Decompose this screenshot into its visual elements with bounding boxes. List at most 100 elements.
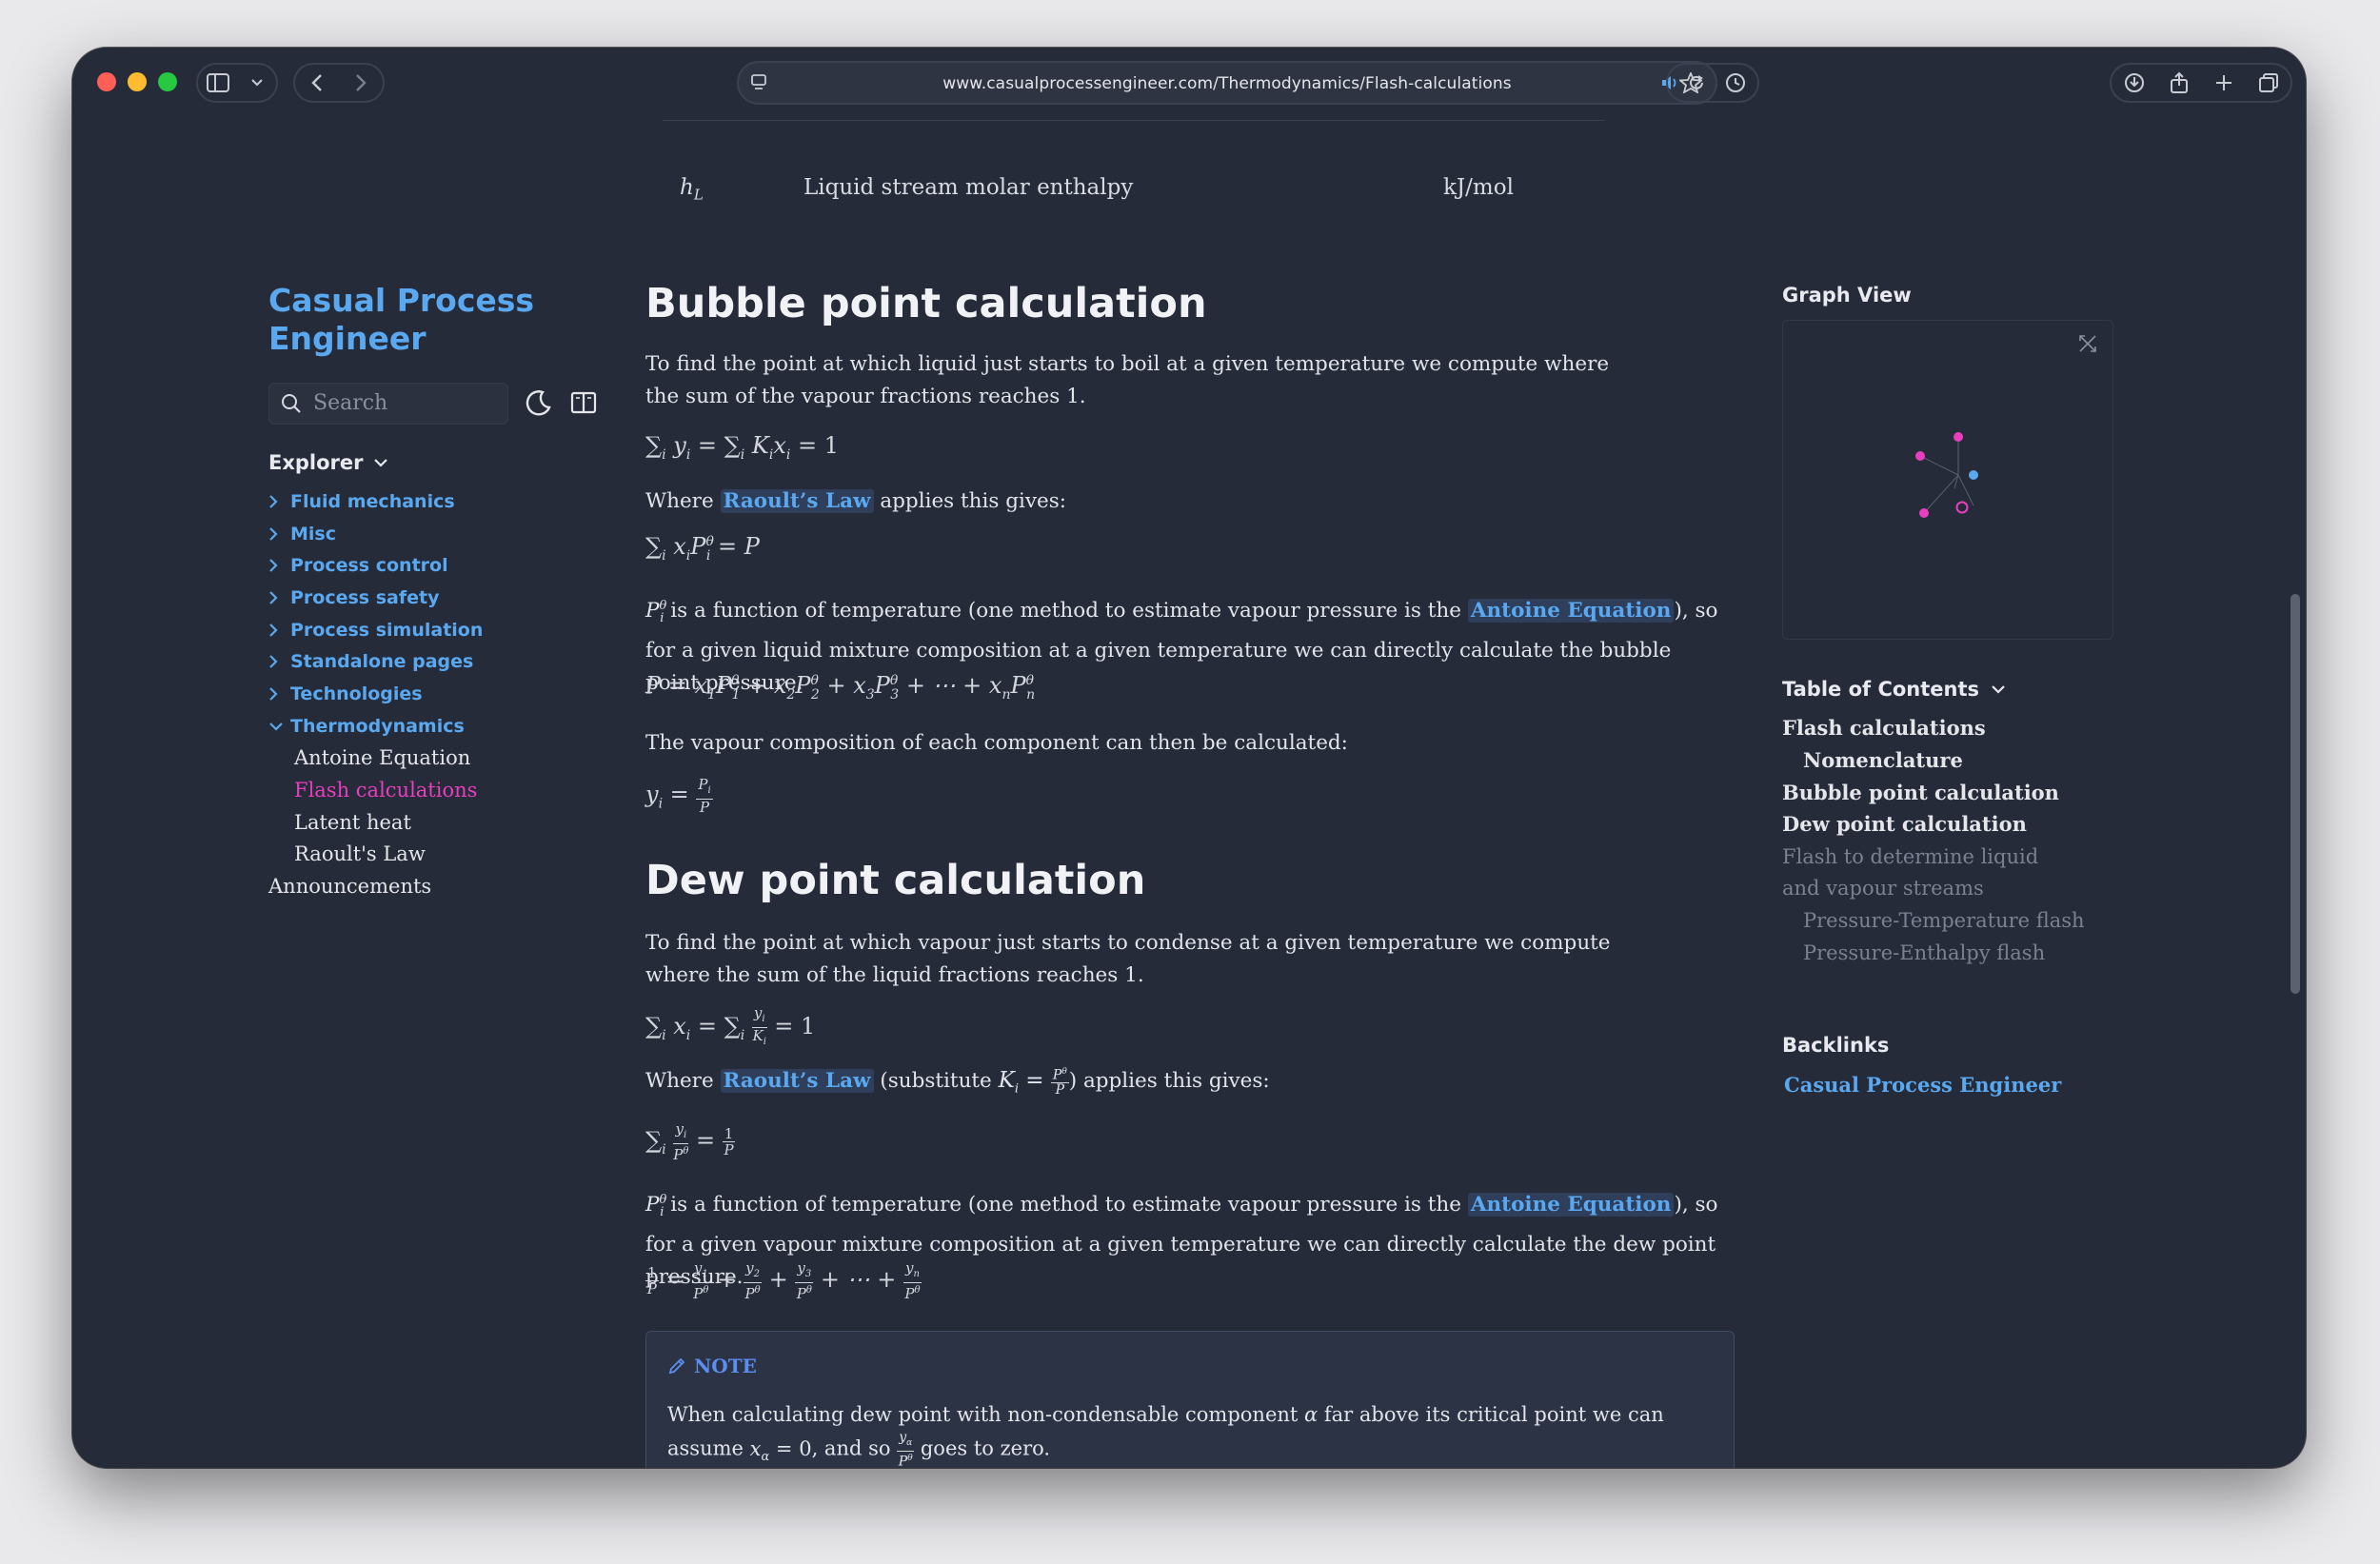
- browser-toolbar: www.casualprocessengineer.com/Thermodyna…: [72, 48, 2306, 118]
- nav-flash-calculations[interactable]: Flash calculations: [268, 774, 483, 806]
- url-text: www.casualprocessengineer.com/Thermodyna…: [942, 74, 1512, 93]
- nomenclature-description: Liquid stream molar enthalpy: [803, 175, 1134, 200]
- search-icon: [281, 393, 302, 418]
- folder-label: Thermodynamics: [290, 715, 465, 737]
- nav-raoults-law[interactable]: Raoult's Law: [268, 839, 483, 871]
- page-scrollbar[interactable]: [2291, 594, 2300, 994]
- raoults-law-link[interactable]: Raoult’s Law: [720, 1069, 874, 1093]
- chevron-down-icon: [373, 459, 387, 467]
- note-body: When calculating dew point with non-cond…: [667, 1403, 1664, 1468]
- nomenclature-unit: kJ/mol: [1443, 175, 1514, 200]
- window-actions-group: [2110, 63, 2292, 103]
- folder-technologies[interactable]: Technologies: [268, 678, 483, 710]
- bookmark-group: [1666, 63, 1759, 103]
- chevron-right-icon: [268, 494, 290, 509]
- toc-item[interactable]: Pressure-Enthalpy flash: [1782, 937, 2085, 969]
- bubble-paragraph-4: The vapour composition of each component…: [645, 731, 1348, 755]
- folder-process-safety[interactable]: Process safety: [268, 582, 483, 614]
- site-title-link[interactable]: Casual Process Engineer: [268, 282, 554, 358]
- toc-item[interactable]: and vapour streams: [1782, 872, 2085, 904]
- forward-icon[interactable]: [342, 65, 380, 101]
- graph-view[interactable]: [1782, 320, 2113, 640]
- raoults-law-link[interactable]: Raoult’s Law: [720, 489, 874, 513]
- reader-mode-icon[interactable]: [569, 388, 598, 421]
- nomenclature-symbol: hL: [680, 175, 704, 204]
- folder-process-simulation[interactable]: Process simulation: [268, 614, 483, 646]
- graph-node[interactable]: [1915, 451, 1925, 461]
- toc-item[interactable]: Flash calculations: [1782, 712, 2085, 744]
- share-icon[interactable]: [2160, 65, 2198, 101]
- search-placeholder: Search: [313, 391, 388, 415]
- dew-pressure-equation: 1P = y1 Pθ + y2 Pθ + y3 Pθ + ⋯ + yn Pθ: [645, 1259, 922, 1302]
- bubble-sum-equation: ∑i yi = ∑i Kixi = 1: [645, 432, 840, 463]
- antoine-equation-link[interactable]: Antoine Equation: [1467, 599, 1675, 624]
- history-icon[interactable]: [1716, 65, 1755, 101]
- folder-thermodynamics[interactable]: Thermodynamics: [268, 710, 483, 742]
- toc-toggle[interactable]: Table of Contents: [1782, 678, 2006, 701]
- folder-label: Process safety: [290, 586, 440, 608]
- toc-title: Table of Contents: [1782, 678, 1980, 701]
- graph-node[interactable]: [1919, 508, 1929, 518]
- chevron-down-icon: [268, 722, 290, 731]
- star-icon[interactable]: [1672, 65, 1710, 101]
- close-window-button[interactable]: [97, 72, 116, 91]
- table-divider: [663, 120, 1605, 121]
- dew-paragraph-1: To find the point at which vapour just s…: [645, 931, 1611, 987]
- graph-node[interactable]: [1969, 470, 1978, 480]
- dark-mode-icon[interactable]: [524, 388, 552, 421]
- dew-raoult-equation: ∑i yi Pθ = 1P: [645, 1120, 736, 1163]
- toc-item[interactable]: Nomenclature: [1782, 744, 2085, 777]
- chevron-right-icon: [268, 590, 290, 605]
- bubble-point-heading: Bubble point calculation: [645, 280, 1207, 327]
- folder-label: Fluid mechanics: [290, 490, 455, 512]
- sidebar-icon[interactable]: [199, 65, 237, 101]
- bubble-where-line: Where Raoult’s Law applies this gives:: [645, 489, 1067, 513]
- graph-network: [1915, 432, 1978, 518]
- sidebar-toggle-group: [196, 63, 278, 103]
- vapour-composition-equation: yi = Pi P: [645, 776, 713, 816]
- toc-item[interactable]: Pressure-Temperature flash: [1782, 904, 2085, 937]
- dew-where-line: Where Raoult’s Law (substitute Ki = Pθ P)…: [645, 1066, 1270, 1099]
- toc-item[interactable]: Bubble point calculation: [1782, 776, 2085, 808]
- explorer-label: Explorer: [268, 451, 364, 474]
- dew-point-heading: Dew point calculation: [645, 857, 1146, 904]
- graph-node[interactable]: [1954, 432, 1963, 442]
- search-input[interactable]: Search: [268, 383, 508, 425]
- history-nav-group: [293, 63, 385, 103]
- page-content: hL Liquid stream molar enthalpy kJ/mol C…: [72, 118, 2306, 1468]
- folder-label: Standalone pages: [290, 651, 474, 673]
- folder-label: Process control: [290, 555, 448, 577]
- explorer-toggle[interactable]: Explorer: [268, 451, 388, 474]
- dew-sum-equation: ∑i xi = ∑i yi Ki = 1: [645, 1004, 816, 1047]
- antoine-equation-link[interactable]: Antoine Equation: [1467, 1193, 1675, 1218]
- explorer-tree: Fluid mechanics Misc Process control Pro…: [268, 485, 483, 902]
- folder-misc[interactable]: Misc: [268, 518, 483, 550]
- note-callout: NOTE When calculating dew point with non…: [645, 1331, 1735, 1468]
- backlinks-title: Backlinks: [1782, 1034, 1890, 1057]
- folder-fluid-mechanics[interactable]: Fluid mechanics: [268, 485, 483, 518]
- zoom-window-button[interactable]: [158, 72, 177, 91]
- new-tab-icon[interactable]: [2205, 65, 2243, 101]
- folder-label: Process simulation: [290, 619, 484, 641]
- toc-item[interactable]: Dew point calculation: [1782, 808, 2085, 841]
- bubble-raoult-equation: ∑i xiPθi = P: [645, 533, 760, 564]
- nav-announcements[interactable]: Announcements: [268, 870, 483, 902]
- nav-latent-heat[interactable]: Latent heat: [268, 806, 483, 839]
- folder-process-control[interactable]: Process control: [268, 549, 483, 582]
- graph-node-current[interactable]: [1955, 501, 1969, 514]
- bubble-pressure-equation: P = x1Pθ1 + x2Pθ2 + x3Pθ3 + ⋯ + xnPθn: [645, 672, 1036, 703]
- back-icon[interactable]: [298, 65, 336, 101]
- nav-antoine-equation[interactable]: Antoine Equation: [268, 742, 483, 775]
- download-icon[interactable]: [2115, 65, 2153, 101]
- browser-window: www.casualprocessengineer.com/Thermodyna…: [72, 48, 2306, 1468]
- folder-standalone-pages[interactable]: Standalone pages: [268, 645, 483, 678]
- chevron-right-icon: [268, 526, 290, 542]
- minimize-window-button[interactable]: [128, 72, 147, 91]
- backlink-item[interactable]: Casual Process Engineer: [1784, 1073, 2061, 1097]
- address-bar[interactable]: www.casualprocessengineer.com/Thermodyna…: [737, 61, 1717, 105]
- chevron-down-icon[interactable]: [238, 65, 276, 101]
- table-of-contents: Flash calculations Nomenclature Bubble p…: [1782, 712, 2085, 969]
- tab-overview-icon[interactable]: [2250, 65, 2288, 101]
- graph-view-title: Graph View: [1782, 284, 1912, 307]
- toc-item[interactable]: Flash to determine liquid: [1782, 841, 2085, 873]
